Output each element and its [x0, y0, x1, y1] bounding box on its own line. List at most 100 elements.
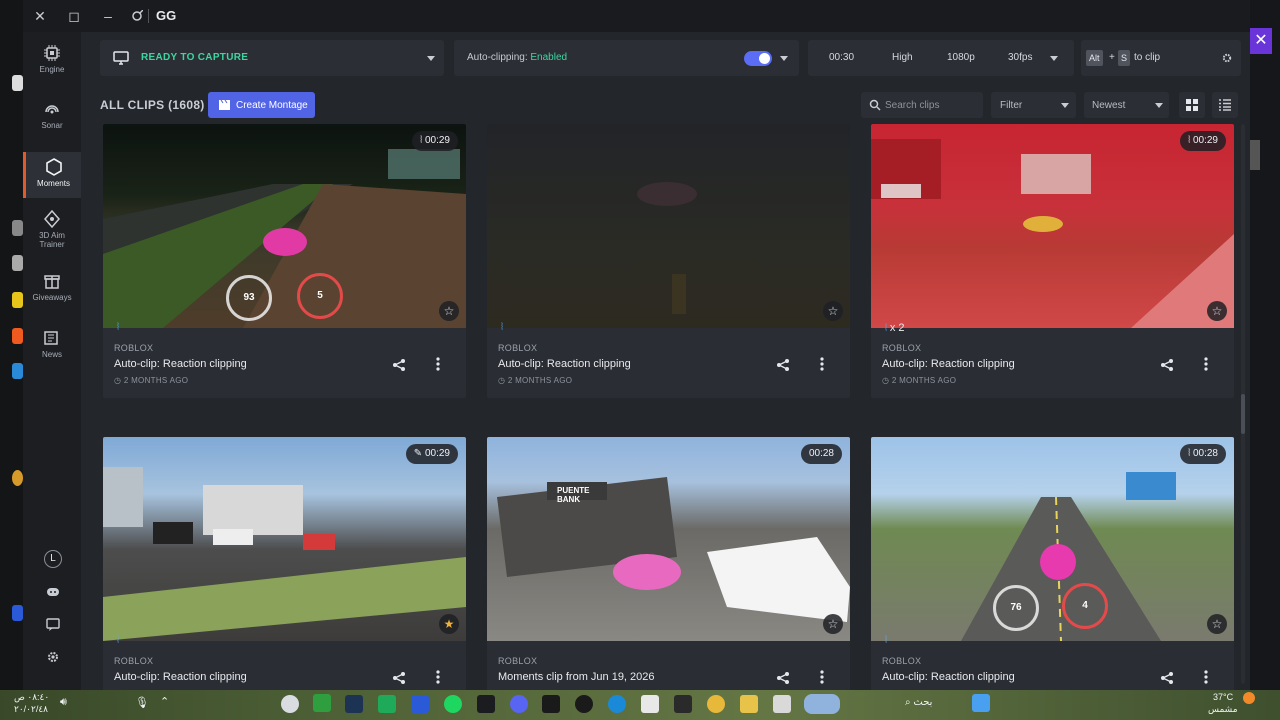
clip-title: Auto-clip: Reaction clipping [114, 358, 247, 370]
discord-icon[interactable] [46, 585, 60, 599]
clip-thumbnail[interactable]: 93 5 ⦚ 00:29 ☆ [103, 124, 466, 328]
desktop-right-edge: ✕ [1250, 0, 1280, 690]
store-taskbar-icon[interactable] [641, 695, 659, 713]
favorite-star-icon[interactable]: ☆ [1207, 301, 1227, 321]
weather-condition: مشمس [1208, 704, 1238, 714]
app-taskbar-icon[interactable] [773, 695, 791, 713]
scrollbar-thumb[interactable] [1241, 394, 1245, 434]
favorite-star-icon[interactable]: ☆ [823, 614, 843, 634]
clip-thumbnail[interactable]: ✎ 00:29 ★ [103, 437, 466, 641]
share-icon[interactable] [1160, 671, 1174, 685]
sidebar-item-moments[interactable]: Moments [23, 152, 81, 198]
clip-card[interactable]: ✎ 00:29 ★ ⦚ ROBLOX Auto-clip: Reaction c… [103, 437, 466, 690]
chevron-down-icon[interactable] [427, 56, 435, 61]
search-clips-input[interactable]: Search clips [861, 92, 983, 118]
grid-view-button[interactable] [1179, 92, 1205, 118]
taskbar-background [0, 690, 1280, 720]
favorite-star-icon[interactable]: ☆ [439, 301, 459, 321]
start-menu-icon[interactable] [972, 694, 990, 712]
clip-hotkey-bar: Alt + S to clip [1081, 40, 1241, 76]
app-taskbar-icon[interactable] [674, 695, 692, 713]
close-window-button[interactable]: ✕ [31, 7, 49, 25]
feedback-icon[interactable] [46, 617, 60, 631]
app-taskbar-icon[interactable] [378, 695, 396, 713]
favorite-star-icon[interactable]: ☆ [823, 301, 843, 321]
sidebar-item-news[interactable]: News [23, 329, 81, 359]
sidebar-item-label: Moments [37, 179, 70, 188]
share-icon[interactable] [1160, 358, 1174, 372]
more-options-icon[interactable] [820, 669, 824, 685]
share-icon[interactable] [776, 671, 790, 685]
app-taskbar-icon[interactable] [542, 695, 560, 713]
clip-duration-badge: ⦚ 00:29 [412, 131, 458, 151]
list-view-button[interactable] [1212, 92, 1238, 118]
gear-indicator: 4 [1062, 583, 1108, 629]
clip-card[interactable]: 76 4 ⦚ 00:28 ☆ ⦚ ROBLOX Auto-clip: React… [871, 437, 1234, 690]
scrollbar-track[interactable] [1241, 124, 1245, 684]
clip-duration[interactable]: 00:30 [829, 52, 854, 63]
app-taskbar-icon[interactable] [575, 695, 593, 713]
steelseries-gg-taskbar-icon[interactable] [281, 695, 299, 713]
more-options-icon[interactable] [1204, 356, 1208, 372]
share-icon[interactable] [392, 671, 406, 685]
chevron-up-icon[interactable]: ⌃ [160, 695, 169, 708]
clip-card[interactable]: PUENTE BANK 00:28 ☆ ROBLOX Moments clip … [487, 437, 850, 690]
chevron-down-icon[interactable] [780, 56, 788, 61]
capture-resolution[interactable]: 1080p [947, 52, 975, 63]
clip-thumbnail[interactable]: 76 4 ⦚ 00:28 ☆ [871, 437, 1234, 641]
volume-icon[interactable]: 🔊︎ [60, 696, 67, 709]
clip-card[interactable]: ⦚ 00:29 ☆ ⦚ x 2 ROBLOX Auto-clip: Reacti… [871, 124, 1234, 398]
capture-quality[interactable]: High [892, 52, 913, 63]
maximize-window-button[interactable]: ◻ [65, 7, 83, 25]
more-options-icon[interactable] [1204, 669, 1208, 685]
audio-wave-icon: ⦚ x 2 [885, 322, 905, 334]
gear-icon[interactable] [1222, 53, 1232, 63]
sidebar-item-giveaways[interactable]: Giveaways [23, 272, 81, 302]
avatar[interactable]: L [44, 550, 62, 568]
capture-fps[interactable]: 30fps [1008, 52, 1032, 63]
clip-title: Auto-clip: Reaction clipping [498, 358, 631, 370]
clip-thumbnail[interactable]: ⦚ 00:29 ☆ [871, 124, 1234, 328]
minimize-window-button[interactable]: – [99, 7, 117, 25]
app-taskbar-icon[interactable] [411, 695, 429, 713]
share-icon[interactable] [392, 358, 406, 372]
chevron-down-icon[interactable] [1050, 56, 1058, 61]
audio-wave-icon: ⦚ [885, 635, 888, 646]
capture-settings-bar[interactable]: 00:30 High 1080p 30fps [808, 40, 1074, 76]
more-options-icon[interactable] [436, 669, 440, 685]
favorite-star-icon[interactable]: ★ [439, 614, 459, 634]
xbox-taskbar-icon[interactable] [313, 694, 331, 712]
clip-card[interactable]: ☆ ⦚ ROBLOX Auto-clip: Reaction clipping … [487, 124, 850, 398]
auto-clipping-toggle[interactable] [744, 51, 772, 66]
sidebar-item-sonar[interactable]: Sonar [23, 100, 81, 130]
steam-taskbar-icon[interactable] [345, 695, 363, 713]
share-icon[interactable] [776, 358, 790, 372]
favorite-star-icon[interactable]: ☆ [1207, 614, 1227, 634]
spotify-taskbar-icon[interactable] [444, 695, 462, 713]
sidebar-item-engine[interactable]: Engine [23, 44, 81, 74]
gg-app-window: ✕ ◻ – GG Engine Sonar Moments 3D Aim Tra… [23, 0, 1250, 690]
chrome-taskbar-icon[interactable] [707, 695, 725, 713]
filter-dropdown[interactable]: Filter [991, 92, 1076, 118]
taskbar-search[interactable]: ⌕ بحث [905, 697, 932, 708]
create-montage-button[interactable]: Create Montage [208, 92, 315, 118]
capture-status-bar[interactable]: READY TO CAPTURE [100, 40, 444, 76]
clip-card[interactable]: 93 5 ⦚ 00:29 ☆ ⦚ ROBLOX Auto-clip: React… [103, 124, 466, 398]
more-options-icon[interactable] [436, 356, 440, 372]
close-icon[interactable]: ✕ [1250, 28, 1272, 54]
clip-thumbnail[interactable]: ☆ [487, 124, 850, 328]
clip-thumbnail[interactable]: PUENTE BANK 00:28 ☆ [487, 437, 850, 641]
more-options-icon[interactable] [820, 356, 824, 372]
search-placeholder: Search clips [885, 100, 940, 111]
settings-gear-icon[interactable] [46, 650, 60, 664]
discord-taskbar-icon[interactable] [510, 695, 528, 713]
widgets-taskbar-icon[interactable] [804, 694, 840, 714]
sidebar-item-aim-trainer[interactable]: 3D Aim Trainer [23, 210, 81, 249]
file-explorer-taskbar-icon[interactable] [740, 695, 758, 713]
microphone-icon[interactable]: 🎙︎ [135, 696, 149, 709]
edge-taskbar-icon[interactable] [608, 695, 626, 713]
gameplay-scene [497, 477, 850, 622]
app-taskbar-icon[interactable] [477, 695, 495, 713]
sort-dropdown[interactable]: Newest [1084, 92, 1169, 118]
bank-sign: PUENTE BANK [557, 486, 590, 504]
